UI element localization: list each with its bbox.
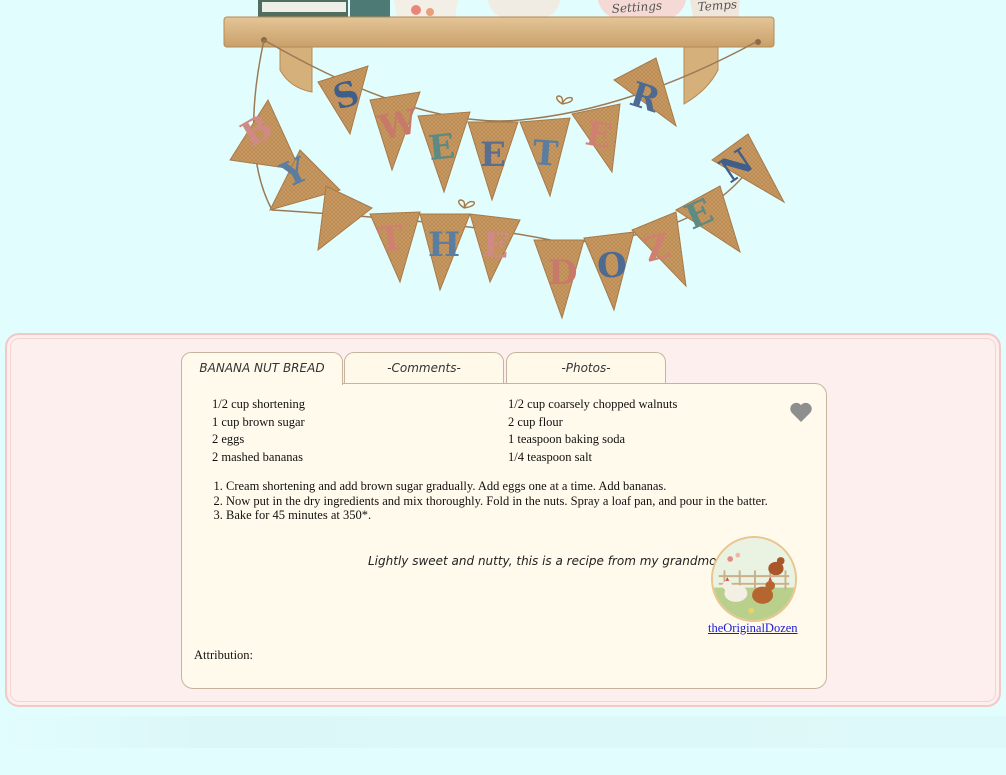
ingredient-item: 2 cup flour (508, 414, 563, 429)
chickens-avatar-icon[interactable] (711, 536, 797, 622)
banner-letter: E (480, 135, 506, 175)
recipe-note: Lightly sweet and nutty, this is a recip… (368, 554, 744, 568)
banner-letter: E (481, 225, 510, 267)
banner-letter: H (428, 225, 460, 265)
banner-letter: W (375, 102, 422, 149)
wooden-shelf (223, 16, 775, 105)
tab-recipe[interactable]: BANANA NUT BREAD (181, 352, 343, 385)
banner-letter: E (427, 126, 457, 168)
recipe-card: 1/2 cup shortening 1 cup brown sugar 2 e… (181, 383, 827, 689)
instruction-step: Bake for 45 minutes at 350*. (226, 508, 768, 523)
attribution-label: Attribution: (194, 648, 254, 662)
instruction-step: Cream shortening and add brown sugar gra… (226, 479, 768, 494)
banner-letter: O (596, 245, 628, 287)
footer-strip (0, 716, 1006, 748)
ingredient-item: 1 cup brown sugar (212, 414, 305, 429)
ingredient-item: 1 teaspoon baking soda (508, 432, 625, 446)
tab-photos[interactable]: -Photos- (506, 352, 666, 384)
instruction-step: Now put in the dry ingredients and mix t… (226, 494, 768, 509)
header-banner-art: Settings Temps S W E E T E R B Y T H E D… (223, 0, 786, 320)
heart-icon[interactable] (789, 401, 813, 423)
ingredient-item: 1/4 teaspoon salt (508, 449, 593, 464)
banner-letter: T (531, 133, 559, 175)
banner-sweeter: S W E E T E R (317, 57, 677, 202)
tab-comments[interactable]: -Comments- (344, 352, 504, 384)
instruction-steps: Cream shortening and add brown sugar gra… (212, 479, 768, 523)
ingredient-list-left: 1/2 cup shortening 1 cup brown sugar 2 e… (212, 396, 305, 466)
author-link[interactable]: theOriginalDozen (708, 621, 798, 636)
ingredient-item: 2 mashed bananas (212, 449, 303, 464)
ingredient-list-right: 1/2 cup coarsely chopped walnuts 2 cup f… (508, 396, 677, 466)
ingredient-item: 2 eggs (212, 432, 245, 446)
banner-letter: D (548, 253, 577, 293)
ingredient-item: 1/2 cup coarsely chopped walnuts (508, 397, 678, 411)
ingredient-item: 1/2 cup shortening (212, 397, 306, 411)
